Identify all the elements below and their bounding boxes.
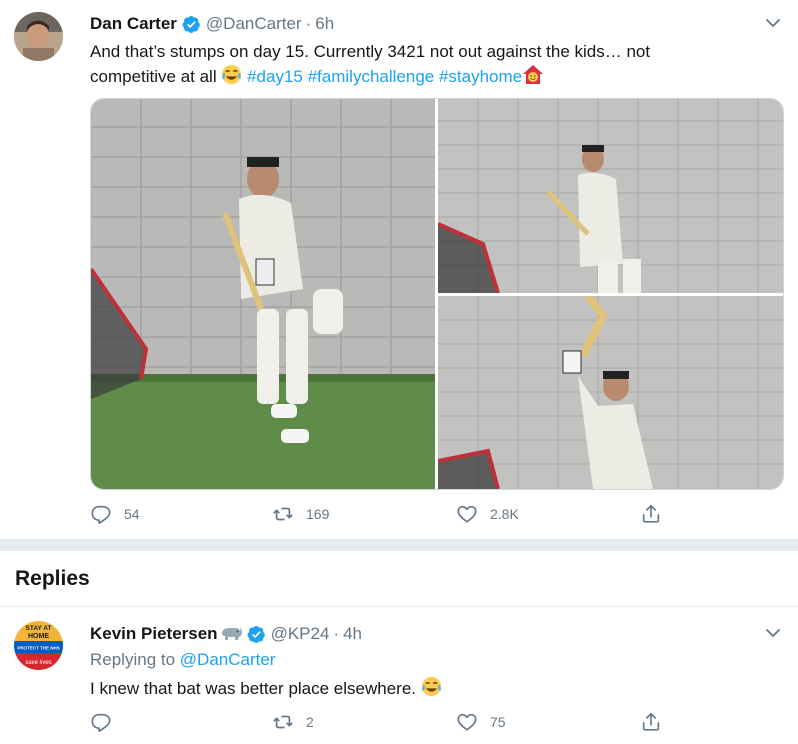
replying-to-label: Replying to <box>90 650 180 669</box>
tweet-photo-1[interactable] <box>91 99 435 489</box>
chevron-down-icon[interactable] <box>764 14 782 32</box>
like-count: 75 <box>490 714 506 730</box>
tweet-actions: 54 169 2.8K <box>90 502 690 526</box>
avatar-badge-line3: PROTECT THE NHS <box>17 646 60 651</box>
retweet-count: 169 <box>306 506 330 522</box>
reply-timestamp[interactable]: 4h <box>343 624 362 644</box>
tweet[interactable]: Dan Carter @DanCarter · 6h And that’s st… <box>0 0 798 537</box>
section-separator <box>0 539 798 551</box>
tweet-author-handle[interactable]: @DanCarter <box>206 14 302 34</box>
reply-author-handle[interactable]: @KP24 <box>271 624 330 644</box>
tweet-text-line1: And that’s stumps on day 15. Currently 3… <box>90 42 651 61</box>
laughing-crying-emoji <box>421 676 442 702</box>
retweet-button[interactable]: 169 <box>272 502 329 526</box>
hashtag-link[interactable]: #stayhome <box>439 67 522 86</box>
reply-text-body: I knew that bat was better place elsewhe… <box>90 679 421 698</box>
like-icon <box>457 505 477 523</box>
separator-dot: · <box>333 624 340 643</box>
replies-heading: Replies <box>15 567 90 590</box>
avatar-badge-line4: save lives <box>25 660 51 666</box>
reply-tweet[interactable]: STAY AT HOME PROTECT THE NHS save lives … <box>0 607 798 744</box>
reply-actions: 2 75 <box>90 710 690 734</box>
replying-to: Replying to @DanCarter <box>90 650 275 670</box>
replying-to-link[interactable]: @DanCarter <box>180 650 276 669</box>
tweet-author-name[interactable]: Dan Carter <box>90 14 177 34</box>
like-button[interactable]: 75 <box>456 710 506 734</box>
house-emoji <box>522 64 544 92</box>
retweet-count: 2 <box>306 714 314 730</box>
laughing-crying-emoji <box>221 64 242 92</box>
retweet-icon <box>273 507 293 521</box>
verified-badge-icon <box>182 15 201 34</box>
retweet-button[interactable]: 2 <box>272 710 314 734</box>
reply-author-avatar[interactable]: STAY AT HOME PROTECT THE NHS save lives <box>14 621 63 670</box>
like-count: 2.8K <box>490 506 519 522</box>
share-button[interactable] <box>640 502 662 526</box>
reply-button[interactable] <box>90 710 112 734</box>
verified-badge-icon <box>247 625 266 644</box>
retweet-icon <box>273 715 293 729</box>
tweet-author-avatar[interactable] <box>14 12 63 61</box>
tweet-media-grid[interactable] <box>90 98 784 490</box>
share-icon <box>642 504 660 523</box>
tweet-photo-3[interactable] <box>438 296 783 489</box>
like-button[interactable]: 2.8K <box>456 502 519 526</box>
reply-icon <box>91 713 111 732</box>
tweet-timestamp[interactable]: 6h <box>315 14 334 34</box>
hashtag-link[interactable]: #day15 <box>247 67 303 86</box>
reply-icon <box>91 505 111 524</box>
tweet-text: And that’s stumps on day 15. Currently 3… <box>90 39 770 92</box>
reply-button[interactable]: 54 <box>90 502 140 526</box>
share-button[interactable] <box>640 710 662 734</box>
hashtag-link[interactable]: #familychallenge <box>308 67 435 86</box>
reply-count: 54 <box>124 506 140 522</box>
reply-text: I knew that bat was better place elsewhe… <box>90 676 442 702</box>
rhino-emoji <box>220 623 242 646</box>
chevron-down-icon[interactable] <box>764 624 782 642</box>
tweet-text-line2: competitive at all <box>90 67 222 86</box>
share-icon <box>642 712 660 731</box>
avatar-badge-line2: HOME <box>28 633 49 640</box>
tweet-photo-2[interactable] <box>438 99 783 293</box>
reply-author-name[interactable]: Kevin Pietersen <box>90 624 218 644</box>
avatar-badge-line1: STAY AT <box>26 625 52 632</box>
separator-dot: · <box>305 14 312 33</box>
like-icon <box>457 713 477 731</box>
